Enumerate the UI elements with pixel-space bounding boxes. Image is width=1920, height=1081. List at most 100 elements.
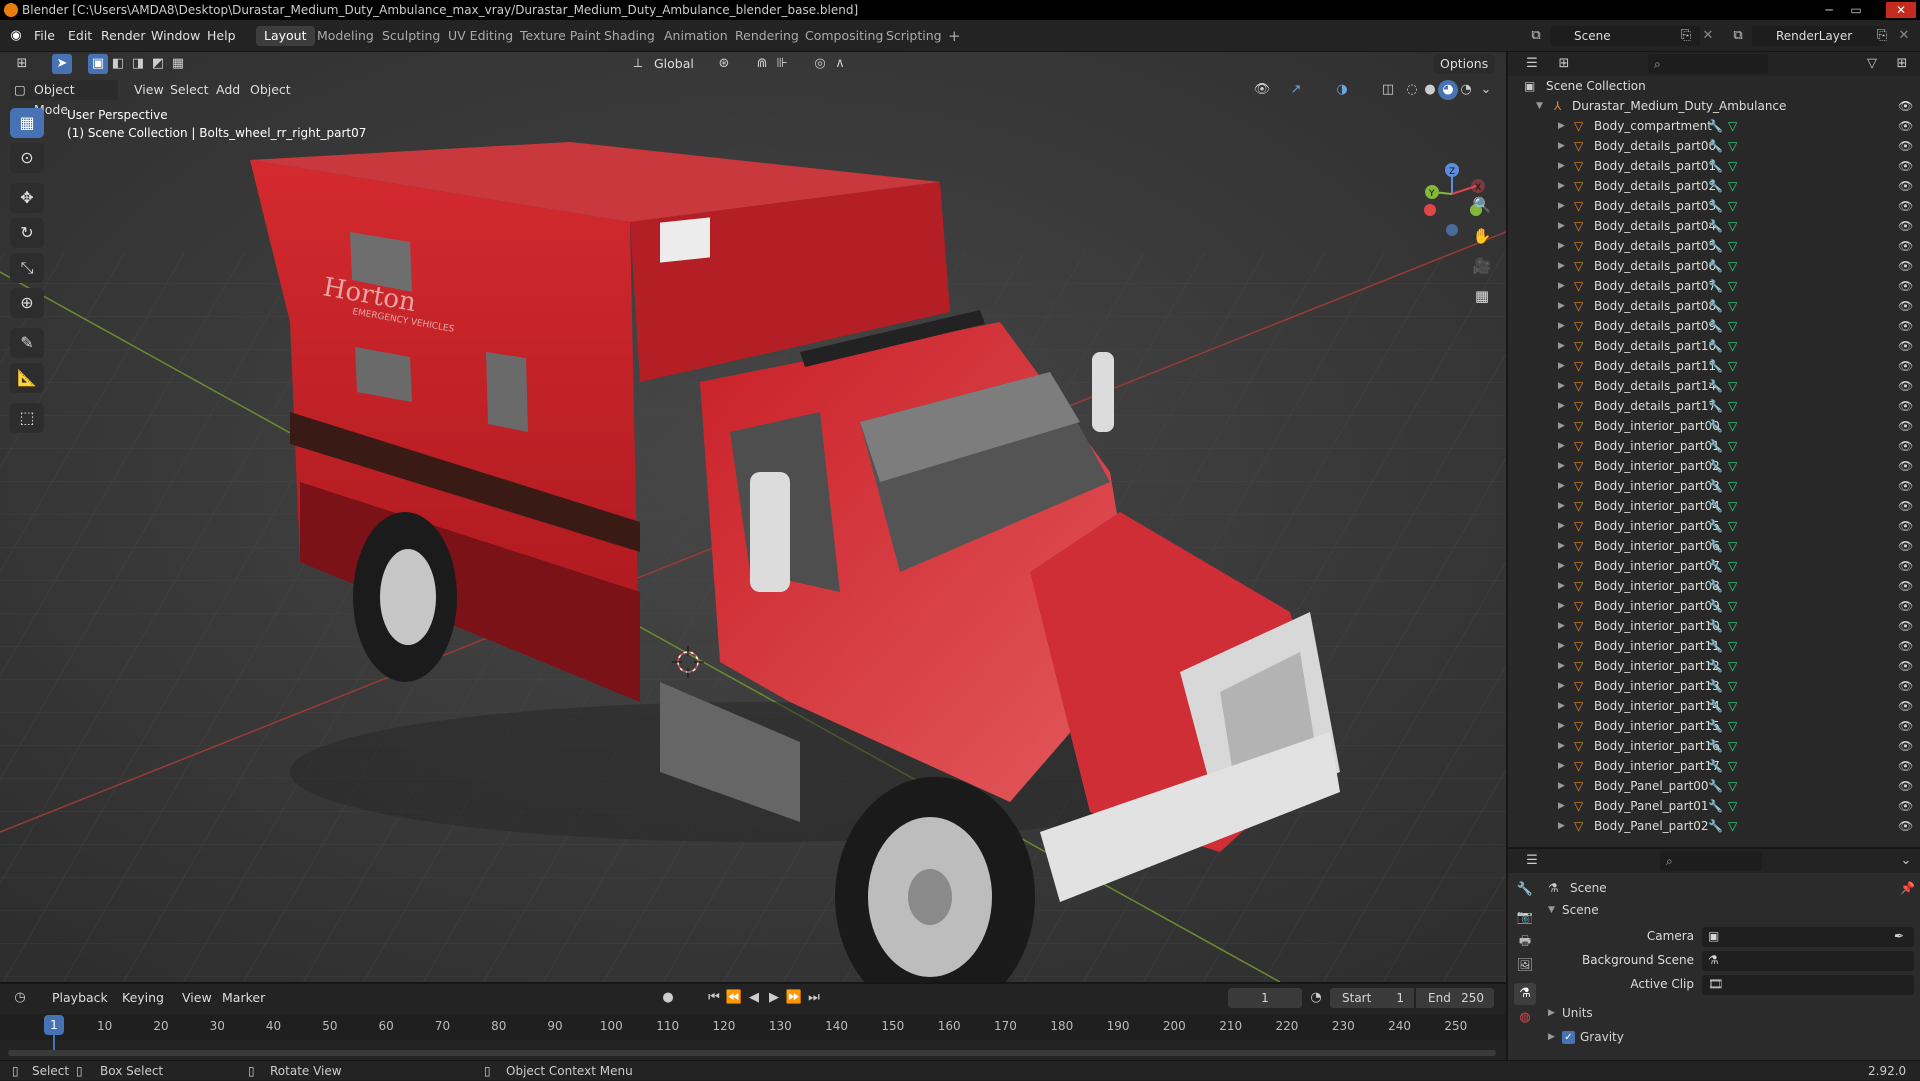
expand-icon[interactable]: ▶ xyxy=(1558,136,1565,156)
expand-icon[interactable]: ▶ xyxy=(1558,716,1565,736)
gravity-checkbox[interactable]: ✓ xyxy=(1562,1031,1575,1044)
keying-menu[interactable]: Keying xyxy=(116,988,170,1008)
add-workspace-button[interactable]: + xyxy=(940,26,969,46)
mesh-data-icon[interactable]: ▽ xyxy=(1728,616,1737,636)
menu-file[interactable]: File xyxy=(34,28,55,43)
current-frame-field[interactable]: 1 xyxy=(1228,988,1302,1008)
outliner-item[interactable]: ▶ ▽ Body_details_part00 🔧 ▽ 👁 xyxy=(1508,136,1920,156)
visibility-eye-icon[interactable]: 👁 xyxy=(1898,436,1913,456)
outliner-item[interactable]: ▶ ▽ Body_details_part07 🔧 ▽ 👁 xyxy=(1508,276,1920,296)
camera-view-icon[interactable]: 🎥 xyxy=(1468,252,1496,280)
pin-icon[interactable]: 📌 xyxy=(1900,881,1915,895)
tab-uv-editing[interactable]: UV Editing xyxy=(440,26,521,46)
outliner-editor-type-icon[interactable]: ☰ xyxy=(1522,54,1542,74)
mesh-data-icon[interactable]: ▽ xyxy=(1728,596,1737,616)
options-dropdown[interactable]: Options xyxy=(1434,54,1495,74)
render-tab[interactable]: 📷 xyxy=(1514,907,1536,929)
modifier-icon[interactable]: 🔧 xyxy=(1708,676,1723,696)
tab-rendering[interactable]: Rendering xyxy=(727,26,807,46)
end-frame-field[interactable]: End 250 xyxy=(1416,988,1494,1008)
move-tool[interactable]: ✥ xyxy=(10,183,44,213)
viewport-menu-select[interactable]: Select xyxy=(164,80,215,100)
wireframe-shading-icon[interactable]: ◌ xyxy=(1402,80,1422,100)
menu-edit[interactable]: Edit xyxy=(68,28,92,43)
zoom-icon[interactable]: 🔍 xyxy=(1468,191,1496,219)
mesh-data-icon[interactable]: ▽ xyxy=(1728,656,1737,676)
outliner-item[interactable]: ▶ ▽ Body_details_part09 🔧 ▽ 👁 xyxy=(1508,316,1920,336)
jump-keyframe-forward-icon[interactable]: ⏩ xyxy=(784,988,804,1008)
collection-eye-icon[interactable]: 👁 xyxy=(1898,96,1913,116)
modifier-icon[interactable]: 🔧 xyxy=(1708,396,1723,416)
scene-panel-title[interactable]: Scene xyxy=(1562,903,1599,917)
cursor-tool[interactable]: ⊙ xyxy=(10,143,44,173)
visibility-eye-icon[interactable]: 👁 xyxy=(1898,516,1913,536)
overlay-toggle-icon[interactable]: ◑ xyxy=(1332,80,1352,100)
timeline-view-menu[interactable]: View xyxy=(176,988,218,1008)
visibility-eye-icon[interactable]: 👁 xyxy=(1898,616,1913,636)
viewport-menu-object[interactable]: Object xyxy=(244,80,297,100)
expand-icon[interactable]: ▶ xyxy=(1558,656,1565,676)
visibility-eye-icon[interactable]: 👁 xyxy=(1898,476,1913,496)
close-button[interactable]: ✕ xyxy=(1886,2,1916,18)
outliner-item[interactable]: ▶ ▽ Body_interior_part15 🔧 ▽ 👁 xyxy=(1508,716,1920,736)
mesh-data-icon[interactable]: ▽ xyxy=(1728,576,1737,596)
modifier-icon[interactable]: 🔧 xyxy=(1708,656,1723,676)
visibility-eye-icon[interactable]: 👁 xyxy=(1898,296,1913,316)
outliner-item[interactable]: ▶ ▽ Body_details_part06 🔧 ▽ 👁 xyxy=(1508,256,1920,276)
gravity-expand-icon[interactable]: ▶ xyxy=(1548,1032,1555,1042)
timeline-editor-type-icon[interactable]: ◷ xyxy=(10,988,30,1008)
maximize-button[interactable]: ▭ xyxy=(1845,2,1867,18)
mesh-data-icon[interactable]: ▽ xyxy=(1728,316,1737,336)
editor-type-icon[interactable]: ⊞ xyxy=(12,54,32,74)
visibility-eye-icon[interactable]: 👁 xyxy=(1898,216,1913,236)
visibility-eye-icon[interactable]: 👁 xyxy=(1898,796,1913,816)
expand-icon[interactable]: ▶ xyxy=(1558,536,1565,556)
outliner-item[interactable]: ▶ ▽ Body_interior_part04 🔧 ▽ 👁 xyxy=(1508,496,1920,516)
units-expand-icon[interactable]: ▶ xyxy=(1548,1008,1555,1018)
modifier-icon[interactable]: 🔧 xyxy=(1708,496,1723,516)
expand-icon[interactable]: ▶ xyxy=(1558,736,1565,756)
modifier-icon[interactable]: 🔧 xyxy=(1708,596,1723,616)
outliner-item[interactable]: ▶ ▽ Body_interior_part00 🔧 ▽ 👁 xyxy=(1508,416,1920,436)
scale-tool[interactable]: ⤡ xyxy=(10,253,44,283)
mesh-data-icon[interactable]: ▽ xyxy=(1728,296,1737,316)
outliner-item[interactable]: ▶ ▽ Body_interior_part08 🔧 ▽ 👁 xyxy=(1508,576,1920,596)
outliner-item[interactable]: ▶ ▽ Body_compartment 🔧 ▽ 👁 xyxy=(1508,116,1920,136)
playhead[interactable]: 1 xyxy=(44,1015,64,1035)
modifier-icon[interactable]: 🔧 xyxy=(1708,716,1723,736)
mesh-data-icon[interactable]: ▽ xyxy=(1728,556,1737,576)
visibility-eye-icon[interactable]: 👁 xyxy=(1898,776,1913,796)
outliner-item[interactable]: ▶ ▽ Body_details_part04 🔧 ▽ 👁 xyxy=(1508,216,1920,236)
mesh-data-icon[interactable]: ▽ xyxy=(1728,416,1737,436)
select-mode-intersect-icon[interactable]: ▦ xyxy=(168,54,188,74)
visibility-eye-icon[interactable]: 👁 xyxy=(1898,356,1913,376)
modifier-icon[interactable]: 🔧 xyxy=(1708,236,1723,256)
visibility-filter-icon[interactable]: 👁 xyxy=(1252,80,1272,100)
mesh-data-icon[interactable]: ▽ xyxy=(1728,496,1737,516)
solid-shading-icon[interactable]: ● xyxy=(1420,80,1440,100)
modifier-icon[interactable]: 🔧 xyxy=(1708,616,1723,636)
outliner-item[interactable]: ▶ ▽ Body_details_part08 🔧 ▽ 👁 xyxy=(1508,296,1920,316)
3d-viewport[interactable]: Horton EMERGENCY VEHICLES Z X Y ⊞ ➤ ▣ ◧ … xyxy=(0,52,1506,982)
jump-start-icon[interactable]: ⏮ xyxy=(704,988,724,1008)
visibility-eye-icon[interactable]: 👁 xyxy=(1898,656,1913,676)
modifier-icon[interactable]: 🔧 xyxy=(1708,776,1723,796)
menu-window[interactable]: Window xyxy=(151,28,200,43)
add-cube-tool[interactable]: ⬚ xyxy=(10,403,44,433)
modifier-icon[interactable]: 🔧 xyxy=(1708,476,1723,496)
mesh-data-icon[interactable]: ▽ xyxy=(1728,116,1737,136)
expand-icon[interactable]: ▶ xyxy=(1558,176,1565,196)
outliner-item[interactable]: ▶ ▽ Body_interior_part11 🔧 ▽ 👁 xyxy=(1508,636,1920,656)
outliner-item[interactable]: ▶ ▽ Body_interior_part03 🔧 ▽ 👁 xyxy=(1508,476,1920,496)
active-clip-field[interactable]: 🎞 xyxy=(1702,975,1914,995)
outliner-item[interactable]: ▶ ▽ Body_interior_part05 🔧 ▽ 👁 xyxy=(1508,516,1920,536)
auto-keying-icon[interactable]: ● xyxy=(658,988,678,1008)
expand-icon[interactable]: ▶ xyxy=(1558,576,1565,596)
preview-range-icon[interactable]: ◔ xyxy=(1306,988,1326,1008)
snap-target-icon[interactable]: ⊪ xyxy=(772,54,792,74)
outliner-item[interactable]: ▶ ▽ Body_details_part10 🔧 ▽ 👁 xyxy=(1508,336,1920,356)
filter-icon[interactable]: ▽ xyxy=(1862,54,1882,74)
view-layer-tab[interactable]: 🖼 xyxy=(1514,955,1536,977)
visibility-eye-icon[interactable]: 👁 xyxy=(1898,196,1913,216)
modifier-icon[interactable]: 🔧 xyxy=(1708,336,1723,356)
